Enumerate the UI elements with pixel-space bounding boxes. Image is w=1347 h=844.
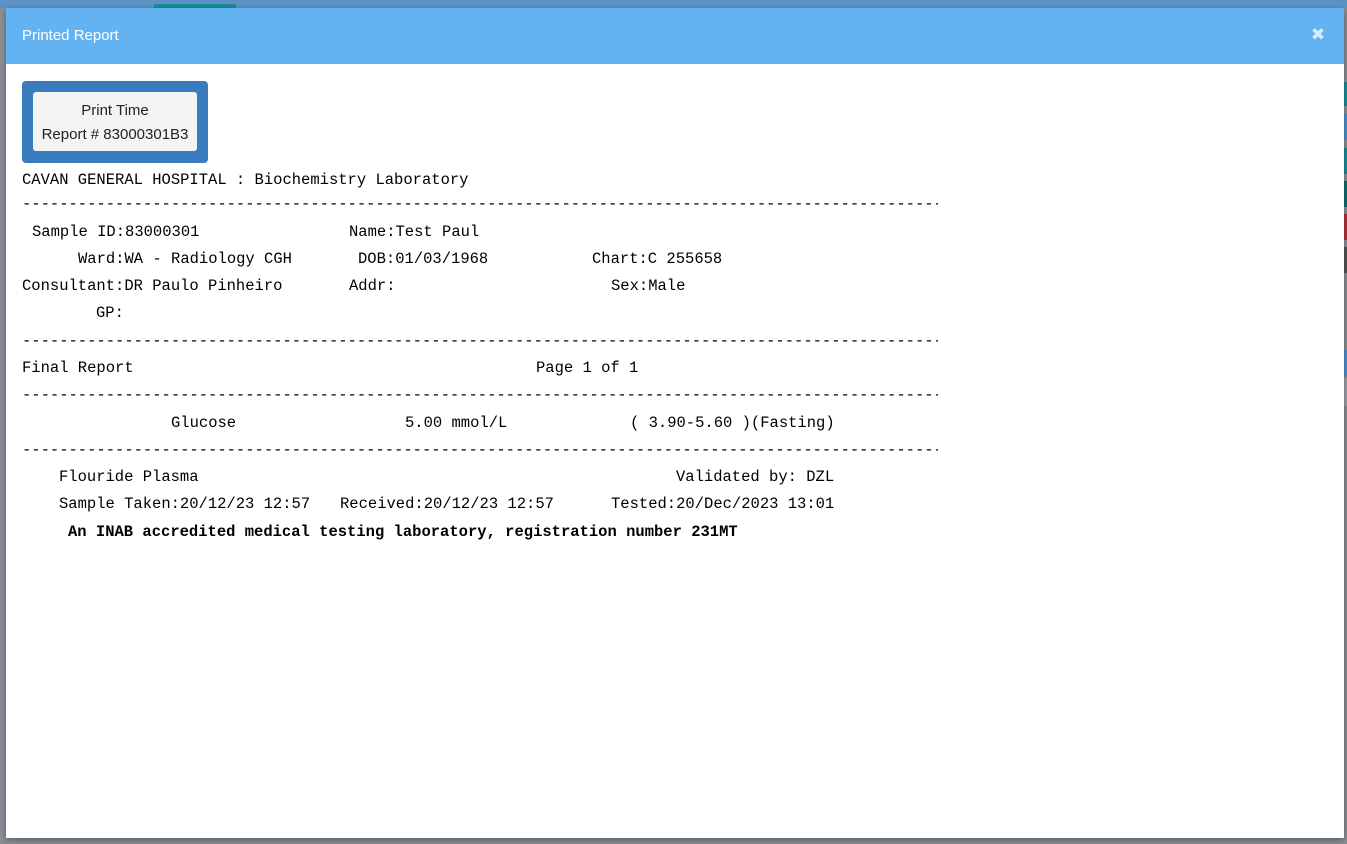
test-name: Glucose <box>171 414 237 432</box>
separator: ----------------------------------------… <box>22 332 938 350</box>
print-report-button[interactable]: Print Time Report # 83000301B3 <box>33 92 197 151</box>
tested: Tested:20/Dec/2023 13:01 <box>611 495 835 513</box>
modal-title: Printed Report <box>22 27 119 44</box>
gp: GP: <box>96 304 124 322</box>
report-header: CAVAN GENERAL HOSPITAL : Biochemistry La… <box>22 171 469 189</box>
report-status: Final Report <box>22 359 134 377</box>
validated-by: Validated by: DZL <box>676 468 835 486</box>
printed-report-modal: Printed Report ✖ Print Time Report # 830… <box>6 8 1344 838</box>
ward: Ward:WA - Radiology CGH <box>78 250 292 268</box>
report-number-label: Report # 83000301B3 <box>41 126 189 143</box>
close-icon[interactable]: ✖ <box>1310 24 1326 46</box>
modal-header: Printed Report ✖ <box>6 8 1344 64</box>
test-value: 5.00 mmol/L <box>405 414 508 432</box>
sample-id: Sample ID:83000301 <box>32 223 200 241</box>
date-of-birth: DOB:01/03/1968 <box>358 250 489 268</box>
patient-name: Name:Test Paul <box>349 223 480 241</box>
separator: ----------------------------------------… <box>22 386 938 404</box>
page-indicator: Page 1 of 1 <box>536 359 639 377</box>
chart-number: Chart:C 255658 <box>592 250 723 268</box>
specimen-type: Flouride Plasma <box>59 468 199 486</box>
print-button-frame: Print Time Report # 83000301B3 <box>22 81 208 163</box>
received: Received:20/12/23 12:57 <box>340 495 554 513</box>
test-reference-range: ( 3.90-5.60 )(Fasting) <box>630 414 835 432</box>
sex: Sex:Male <box>611 277 686 295</box>
accreditation-note: An INAB accredited medical testing labor… <box>68 523 738 541</box>
print-time-label: Print Time <box>81 102 149 119</box>
separator: ----------------------------------------… <box>22 195 938 213</box>
sample-taken: Sample Taken:20/12/23 12:57 <box>59 495 311 513</box>
consultant: Consultant:DR Paulo Pinheiro <box>22 277 283 295</box>
address: Addr: <box>349 277 396 295</box>
separator: ----------------------------------------… <box>22 441 938 459</box>
